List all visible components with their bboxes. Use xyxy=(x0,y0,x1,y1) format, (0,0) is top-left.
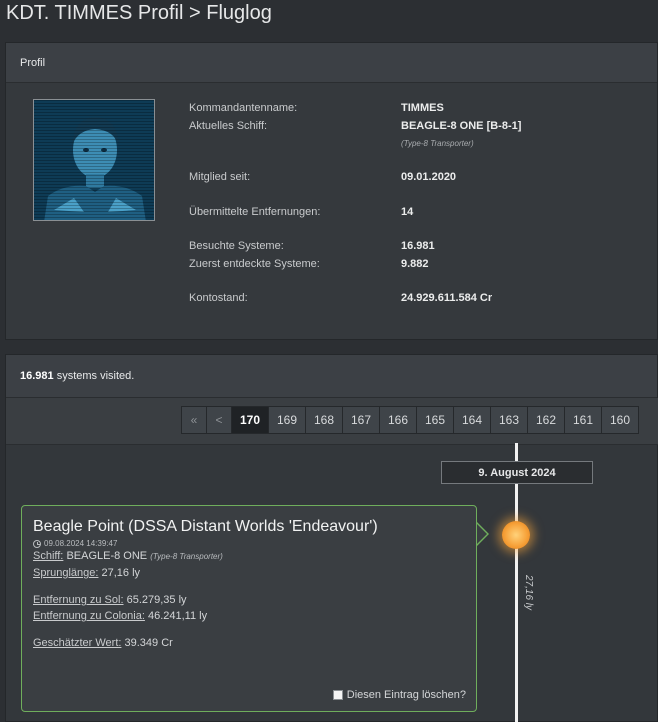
page-title: KDT. TIMMES Profil > Fluglog xyxy=(6,2,272,24)
credits-label: Kontostand: xyxy=(189,292,248,304)
entry-sol-value: 65.279,35 ly xyxy=(126,594,187,606)
entry-sol-row: Entfernung zu Sol: 65.279,35 ly xyxy=(33,592,465,608)
credits-value: 24.929.611.584 Cr xyxy=(401,292,493,304)
ship-label: Aktuelles Schiff: xyxy=(189,120,268,132)
page-button[interactable]: 165 xyxy=(416,406,454,434)
member-since-label: Mitglied seit: xyxy=(189,171,251,183)
visited-systems-label: Besuchte Systeme: xyxy=(189,240,284,252)
page-button[interactable]: 162 xyxy=(527,406,565,434)
systems-count-suffix: systems visited. xyxy=(56,370,135,382)
first-discovered-value: 9.882 xyxy=(401,258,429,270)
systems-panel: 16.981 systems visited. « < 170 169 168 … xyxy=(5,354,658,722)
page-button[interactable]: 164 xyxy=(453,406,491,434)
systems-count: 16.981 xyxy=(20,370,54,382)
ship-value: BEAGLE-8 ONE [B-8-1] xyxy=(401,120,522,132)
ship-type: (Type-8 Transporter) xyxy=(401,139,474,148)
systems-header: 16.981 systems visited. xyxy=(6,355,657,398)
entry-ship-label: Schiff: xyxy=(33,550,64,562)
entry-colonia-label: Entfernung zu Colonia: xyxy=(33,610,145,622)
entry-colonia-row: Entfernung zu Colonia: 46.241,11 ly xyxy=(33,608,465,624)
entry-colonia-value: 46.241,11 ly xyxy=(147,610,208,622)
first-page-button[interactable]: « xyxy=(181,406,207,434)
page-button[interactable]: 168 xyxy=(305,406,343,434)
entry-jump-row: Sprunglänge: 27,16 ly xyxy=(33,565,465,581)
entry-sol-label: Entfernung zu Sol: xyxy=(33,594,124,606)
visited-systems-value: 16.981 xyxy=(401,240,435,252)
clock-icon xyxy=(33,539,41,548)
entry-time-text: 09.08.2024 14:39:47 xyxy=(44,539,118,548)
delete-entry-control[interactable]: Diesen Eintrag löschen? xyxy=(332,689,466,701)
delete-entry-checkbox[interactable] xyxy=(332,690,343,700)
entry-ship-value: BEAGLE-8 ONE xyxy=(66,550,148,562)
timeline-jump-distance: 27,16 ly xyxy=(523,575,534,611)
commander-portrait-icon xyxy=(33,99,155,221)
distances-label: Übermittelte Entfernungen: xyxy=(189,206,321,218)
page-button-active[interactable]: 170 xyxy=(231,406,269,434)
page-button[interactable]: 163 xyxy=(490,406,528,434)
entry-ship-row: Schiff: BEAGLE-8 ONE (Type-8 Transporter… xyxy=(33,548,465,565)
page-button[interactable]: 166 xyxy=(379,406,417,434)
page-button[interactable]: 160 xyxy=(601,406,639,434)
entry-value-value: 39.349 Cr xyxy=(124,637,173,649)
page-button[interactable]: 161 xyxy=(564,406,602,434)
entry-jump-value: 27,16 ly xyxy=(101,567,141,579)
delete-entry-label[interactable]: Diesen Eintrag löschen? xyxy=(347,689,466,701)
profile-panel: Profil Kommandantenname: TIMMES Aktuelle… xyxy=(5,42,658,340)
pagination: « < 170 169 168 167 166 165 164 163 162 … xyxy=(181,406,639,434)
entry-value-row: Geschätzter Wert: 39.349 Cr xyxy=(33,635,465,651)
distances-value: 14 xyxy=(401,206,414,218)
entry-timestamp: 09.08.2024 14:39:47 xyxy=(33,539,465,548)
member-since-value: 09.01.2020 xyxy=(401,171,457,183)
first-discovered-label: Zuerst entdeckte Systeme: xyxy=(189,258,320,270)
entry-value-label: Geschätzter Wert: xyxy=(33,637,122,649)
entry-system-name[interactable]: Beagle Point (DSSA Distant Worlds 'Endea… xyxy=(33,517,465,537)
page-button[interactable]: 167 xyxy=(342,406,380,434)
profile-header: Profil xyxy=(6,43,657,83)
cmdr-name-label: Kommandantenname: xyxy=(189,102,298,114)
prev-page-button[interactable]: < xyxy=(206,406,232,434)
entry-jump-label: Sprunglänge: xyxy=(33,567,99,579)
star-icon xyxy=(502,521,530,549)
entry-ship-type: (Type-8 Transporter) xyxy=(150,552,223,561)
timeline-date: 9. August 2024 xyxy=(441,461,593,484)
cmdr-name-value: TIMMES xyxy=(401,102,444,114)
page-button[interactable]: 169 xyxy=(268,406,306,434)
flight-log-entry: Beagle Point (DSSA Distant Worlds 'Endea… xyxy=(21,505,477,712)
pagination-bar: « < 170 169 168 167 166 165 164 163 162 … xyxy=(6,398,658,445)
